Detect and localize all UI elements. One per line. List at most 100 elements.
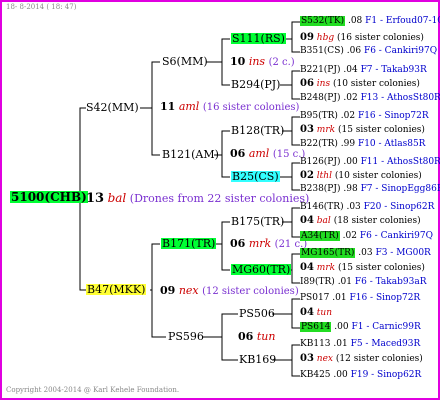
queen-b175[interactable]: B175(TR) [231, 216, 284, 227]
sister-colonies: (16 sister colonies) [337, 33, 424, 43]
ancestor-year: .03 [346, 202, 361, 212]
sister-colonies: (16 sister colonies) [202, 102, 300, 113]
drone-race: tun [316, 308, 333, 318]
ancestor-row: PS614 .00 F1 - Carnic99R [300, 322, 421, 332]
drone-race: mrk [316, 263, 336, 273]
drone-info-s6: 10 ins (2 c.) [230, 56, 295, 68]
root-drone-info: 13 bal (Drones from 22 sister colonies) [86, 192, 309, 205]
ancestor-name[interactable]: PS017 [300, 293, 329, 303]
queen-kb169[interactable]: KB169 [239, 354, 276, 365]
drone-race: lthl [316, 171, 332, 181]
ancestor-row: B146(TR) .03 F20 - Sinop62R [300, 203, 434, 212]
drone-race: bal [316, 216, 331, 226]
ancestor-row: KB425 .00 F19 - Sinop62R [300, 371, 421, 380]
ancestor-source: F10 - Atlas85R [357, 139, 426, 149]
ancestor-row: S532(TK) .08 F1 - Erfoud07-1Q [300, 16, 440, 26]
ancestor-name[interactable]: B126(PJ) [300, 157, 340, 167]
drone-info-ps506: 04 tun [300, 308, 332, 318]
ancestor-row: PS017 .01 F16 - Sinop72R [300, 294, 420, 303]
drone-race: aml [248, 147, 270, 160]
ancestor-row: B238(PJ) .98 F7 - SinopEgg86R [300, 185, 440, 194]
queen-b171[interactable]: B171(TR) [161, 238, 217, 249]
drone-info-s42: 11 aml (16 sister colonies) [160, 101, 299, 113]
queen-s111[interactable]: S111(RS) [231, 33, 286, 44]
drone-info-b25: 02 lthl (10 sister colonies) [300, 171, 422, 181]
ancestor-name[interactable]: B238(PJ) [300, 184, 340, 194]
ancestor-year: .00 [343, 157, 358, 167]
queen-b25[interactable]: B25(CS) [231, 171, 280, 182]
sister-colonies: (2 c.) [268, 57, 295, 68]
drone-race: mrk [316, 125, 336, 135]
branch-s6 [206, 38, 230, 86]
ancestor-row: A34(TR) .02 F6 - Cankiri97Q [300, 231, 433, 241]
ancestor-year: .98 [343, 184, 358, 194]
queen-b294[interactable]: B294(PJ) [231, 79, 280, 90]
ancestor-name[interactable]: S532(TK) [300, 16, 346, 26]
ancestor-name[interactable]: B221(PJ) [300, 65, 340, 75]
queen-ps506[interactable]: PS506 [239, 308, 275, 319]
queen-mg60[interactable]: MG60(TR) [231, 264, 292, 275]
ancestor-source: F7 - Takab93R [360, 65, 427, 75]
drone-count: 11 [160, 100, 176, 113]
drone-count: 06 [230, 237, 246, 250]
ancestor-name[interactable]: B95(TR) [300, 111, 338, 121]
ancestor-name[interactable]: B22(TR) [300, 139, 338, 149]
root-drone-note: (Drones from 22 sister colonies) [129, 192, 310, 205]
ancestor-source: F6 - Takab93aR [354, 277, 427, 287]
ancestor-source: F16 - Sinop72R [349, 293, 421, 303]
drone-count: 03 [300, 124, 314, 135]
ancestor-year: .00 [334, 322, 349, 332]
queen-b121[interactable]: B121(AM) [162, 149, 219, 160]
drone-count: 06 [300, 78, 314, 89]
ancestor-source: F6 - Cankiri97Q [363, 46, 438, 56]
ancestor-name[interactable]: MG165(TR) [300, 248, 356, 258]
branch-b294 [280, 70, 300, 100]
ancestor-name[interactable]: KB425 [300, 370, 331, 380]
branch-b175 [282, 207, 300, 238]
drone-info-b171: 06 mrk (21 c.) [230, 238, 307, 250]
drone-race: nex [178, 284, 199, 297]
drone-count: 09 [160, 284, 176, 297]
ancestor-name[interactable]: B146(TR) [300, 202, 344, 212]
sister-colonies: (12 sister colonies) [202, 286, 299, 297]
ancestor-year: .01 [333, 339, 348, 349]
ancestor-year: .06 [346, 46, 362, 56]
ancestor-name[interactable]: A34(TR) [300, 231, 340, 241]
ancestor-source: F11 - AthosSt80R [360, 157, 440, 167]
queen-s42[interactable]: S42(MM) [86, 102, 139, 113]
sister-colonies: (10 sister colonies) [334, 171, 422, 181]
ancestor-name[interactable]: PS614 [300, 322, 332, 332]
drone-count: 03 [300, 353, 314, 364]
ancestor-name[interactable]: B248(PJ) [300, 93, 340, 103]
branch-ps596 [202, 313, 238, 361]
ancestor-year: .08 [347, 16, 363, 26]
drone-info-kb169: 03 nex (12 sister colonies) [300, 354, 423, 364]
ancestor-year: .02 [343, 93, 358, 103]
branch-b128 [282, 116, 300, 146]
queen-s6[interactable]: S6(MM) [162, 56, 208, 67]
drone-count: 04 [300, 307, 314, 318]
root-queen[interactable]: 5100(CHB) [10, 191, 88, 203]
ancestor-source: F20 - Sinop62R [363, 202, 435, 212]
drone-info-b47: 09 nex (12 sister colonies) [160, 285, 299, 297]
queen-b47[interactable]: B47(MKK) [86, 284, 147, 295]
root-drone-count: 13 [86, 191, 105, 206]
ancestor-source: F1 - Carnic99R [351, 322, 421, 332]
queen-ps596[interactable]: PS596 [168, 331, 204, 342]
ancestor-year: .01 [337, 277, 353, 287]
ancestor-source: F5 - Maced93R [350, 339, 421, 349]
drone-race: aml [178, 100, 200, 113]
ancestor-name[interactable]: B351(CS) [300, 46, 344, 56]
drone-info-mg60: 04 mrk (15 sister colonies) [300, 263, 425, 273]
ancestor-source: F1 - Erfoud07-1Q [365, 16, 440, 26]
ancestor-year: .02 [342, 231, 357, 241]
ancestor-row: B351(CS) .06 F6 - Cankiri97Q [300, 47, 437, 56]
ancestor-name[interactable]: I89(TR) [300, 277, 335, 287]
ancestor-name[interactable]: KB113 [300, 339, 331, 349]
ancestor-year: .01 [332, 293, 347, 303]
queen-b128[interactable]: B128(TR) [231, 125, 284, 136]
ancestor-row: B126(PJ) .00 F11 - AthosSt80R [300, 158, 440, 167]
drone-info-b294: 06 ins (10 sister colonies) [300, 79, 420, 89]
root-drone-race: bal [107, 191, 127, 205]
drone-race: ins [316, 79, 331, 89]
